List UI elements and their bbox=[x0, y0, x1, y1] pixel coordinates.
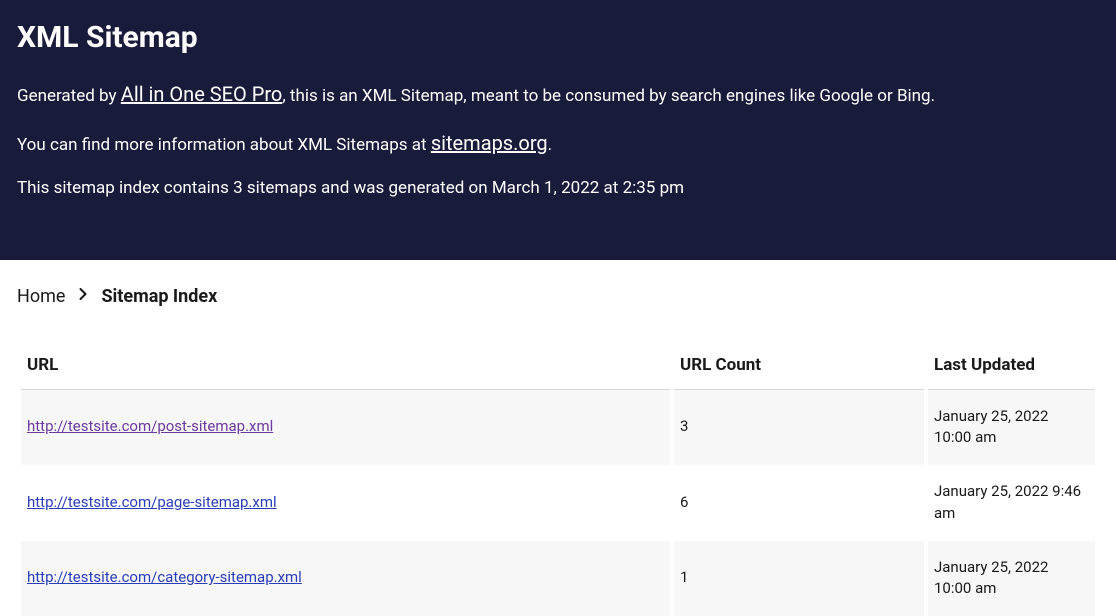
page-title: XML Sitemap bbox=[17, 20, 1099, 55]
sitemap-url-link[interactable]: http://testsite.com/category-sitemap.xml bbox=[27, 568, 302, 586]
sitemap-url-link[interactable]: http://testsite.com/page-sitemap.xml bbox=[27, 493, 277, 511]
info-text: You can find more information about XML … bbox=[17, 128, 1099, 159]
sitemap-table: URL URL Count Last Updated http://testsi… bbox=[17, 343, 1099, 616]
breadcrumb: Home Sitemap Index bbox=[17, 286, 1099, 307]
generated-suffix: , this is an XML Sitemap, meant to be co… bbox=[282, 86, 935, 106]
page-content: Home Sitemap Index URL URL Count Last Up… bbox=[0, 260, 1116, 616]
table-header-updated: Last Updated bbox=[928, 343, 1095, 390]
generated-prefix: Generated by bbox=[17, 86, 121, 106]
table-row: http://testsite.com/post-sitemap.xml 3 J… bbox=[21, 390, 1095, 466]
generated-by-text: Generated by All in One SEO Pro, this is… bbox=[17, 79, 1099, 110]
table-cell-updated: January 25, 2022 10:00 am bbox=[928, 541, 1095, 616]
chevron-right-icon bbox=[79, 288, 87, 304]
summary-text: This sitemap index contains 3 sitemaps a… bbox=[17, 176, 1099, 202]
info-suffix: . bbox=[548, 135, 552, 155]
breadcrumb-current: Sitemap Index bbox=[101, 286, 217, 307]
table-cell-count: 6 bbox=[674, 465, 924, 541]
table-header-count: URL Count bbox=[674, 343, 924, 390]
table-row: http://testsite.com/page-sitemap.xml 6 J… bbox=[21, 465, 1095, 541]
info-prefix: You can find more information about XML … bbox=[17, 135, 431, 155]
table-cell-count: 3 bbox=[674, 390, 924, 466]
info-link[interactable]: sitemaps.org bbox=[431, 131, 548, 155]
table-row: http://testsite.com/category-sitemap.xml… bbox=[21, 541, 1095, 616]
table-cell-count: 1 bbox=[674, 541, 924, 616]
table-cell-url: http://testsite.com/post-sitemap.xml bbox=[21, 390, 670, 466]
table-cell-updated: January 25, 2022 9:46 am bbox=[928, 465, 1095, 541]
generated-by-link[interactable]: All in One SEO Pro bbox=[121, 82, 283, 106]
breadcrumb-home[interactable]: Home bbox=[17, 286, 65, 307]
table-cell-updated: January 25, 2022 10:00 am bbox=[928, 390, 1095, 466]
sitemap-url-link[interactable]: http://testsite.com/post-sitemap.xml bbox=[27, 417, 273, 435]
table-cell-url: http://testsite.com/category-sitemap.xml bbox=[21, 541, 670, 616]
table-cell-url: http://testsite.com/page-sitemap.xml bbox=[21, 465, 670, 541]
table-header-url: URL bbox=[21, 343, 670, 390]
page-header: XML Sitemap Generated by All in One SEO … bbox=[0, 0, 1116, 260]
